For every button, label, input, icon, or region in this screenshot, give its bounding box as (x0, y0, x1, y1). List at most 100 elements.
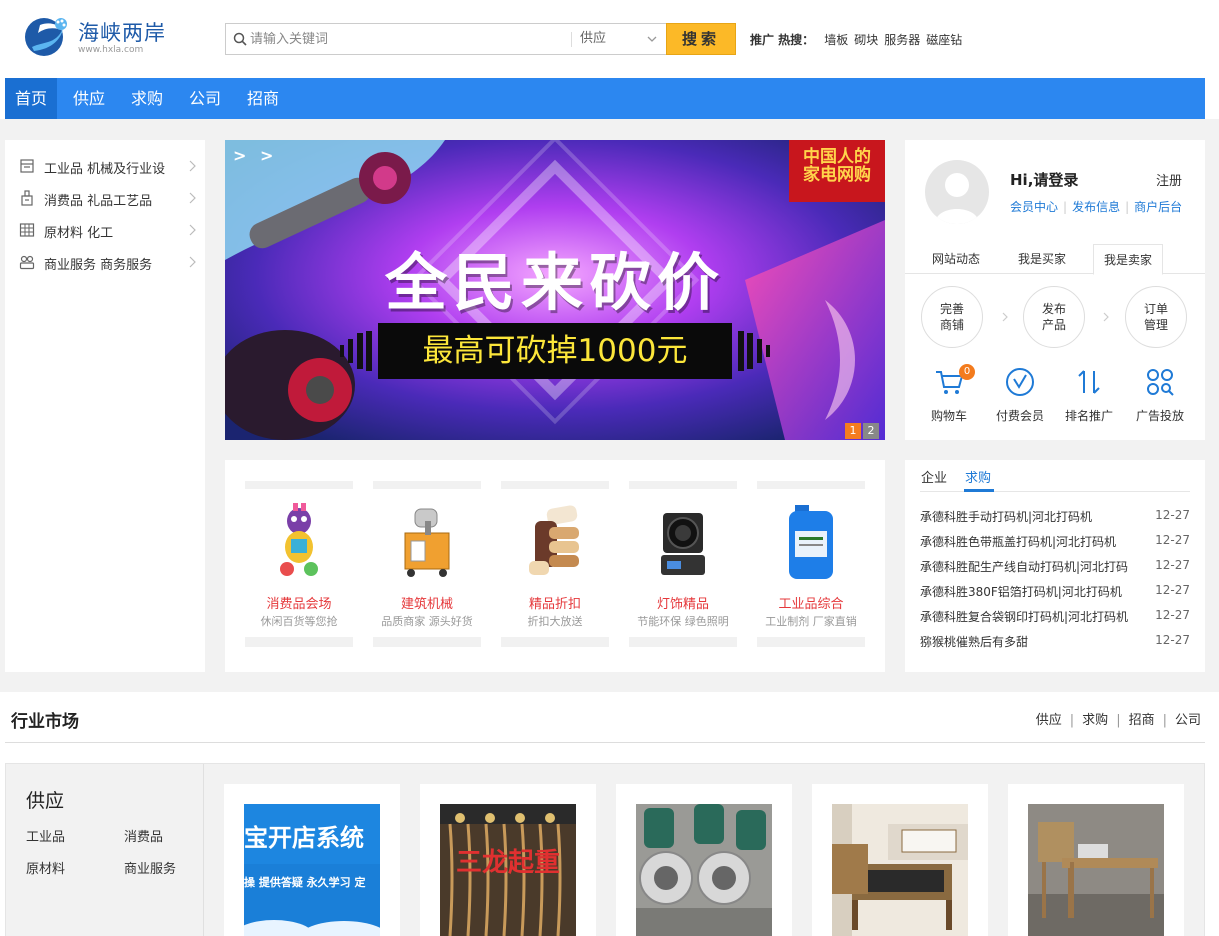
header: 海峡两岸 www.hxla.com 供应 搜索 推广 热搜： 墙板砌块服务器磁座钻 (0, 0, 1219, 78)
news-title: 承德科胜复合袋钢印打码机|河北打码机 (920, 610, 1129, 624)
category-item-consumer[interactable]: 消费品 礼品工艺品 (5, 182, 205, 214)
supply-link-industrial[interactable]: 工业品 (26, 826, 65, 845)
supply-link-consumer[interactable]: 消费品 (124, 826, 163, 845)
hot-search-item[interactable]: 服务器 (884, 33, 920, 47)
user-tabs: 网站动态 我是买家 我是卖家 (905, 244, 1205, 275)
chevron-down-icon[interactable] (646, 33, 658, 45)
hot-search-item[interactable]: 砌块 (854, 33, 878, 47)
product-card[interactable] (616, 784, 792, 936)
hot-search-item[interactable]: 墙板 (824, 33, 848, 47)
quick-ranking[interactable]: 排名推广 (1057, 366, 1121, 424)
step-line: 商铺 (939, 318, 964, 332)
news-item[interactable]: 承德科胜380F铝箔打码机|河北打码机 12-27 (920, 583, 1190, 603)
product-image (1028, 804, 1164, 936)
quick-cart[interactable]: 0 购物车 (917, 364, 981, 424)
nav-item-invest[interactable]: 招商 (237, 78, 289, 119)
feature-card[interactable]: 建筑机械 品质商家 源头好货 (373, 481, 481, 647)
separator: | (1116, 713, 1121, 728)
feature-title: 精品折扣 (528, 597, 581, 612)
industry-market-header: 行业市场 供应 | 求购 | 招商 | 公司 (5, 692, 1205, 743)
news-item[interactable]: 承德科胜手动打码机|河北打码机 12-27 (920, 508, 1190, 528)
feature-card[interactable]: 消费品会场 休闲百货等您抢 (245, 481, 353, 647)
apps-icon (1147, 369, 1174, 396)
nav-item-company[interactable]: 公司 (179, 78, 231, 119)
promo-banner[interactable]: > > 中国人的家电网购 全民来砍价 最高可砍掉1000元 1 2 (225, 140, 885, 440)
category-item-service[interactable]: 商业服务 商务服务 (5, 246, 205, 278)
feature-desc: 节能环保 绿色照明 (637, 615, 729, 628)
banner-headline: 全民来砍价 (384, 246, 725, 319)
news-title: 猕猴桃催熟后有多甜 (920, 635, 1029, 649)
feature-title: 灯饰精品 (656, 597, 709, 612)
member-center-link[interactable]: 会员中心 (1010, 200, 1058, 214)
industry-market-body: 供应 工业品 消费品 原材料 商业服务 宝开店系统 操 提供答疑 永久学习 定 (5, 763, 1205, 936)
quick-ads[interactable]: 广告投放 (1128, 366, 1192, 424)
separator: | (1063, 200, 1068, 214)
quick-label: 排名推广 (1064, 409, 1113, 423)
search-input[interactable] (250, 24, 570, 54)
news-item[interactable]: 承德科胜配生产线自动打码机|河北打码 12-27 (920, 558, 1190, 578)
news-item[interactable]: 承德科胜复合袋钢印打码机|河北打码机 12-27 (920, 608, 1190, 628)
supply-link-raw[interactable]: 原材料 (26, 858, 65, 877)
banner-badge: 中国人的家电网购 (789, 140, 885, 202)
search-button[interactable]: 搜索 (666, 23, 736, 55)
product-image-art (636, 804, 772, 936)
post-info-link[interactable]: 发布信息 (1072, 200, 1120, 214)
category-label: 商业服务 商务服务 (44, 258, 153, 273)
product-card[interactable] (1008, 784, 1184, 936)
feature-card-bottombar (245, 637, 353, 647)
market-link-purchase[interactable]: 求购 (1082, 713, 1108, 728)
login-greeting[interactable]: Hi,请登录 (1010, 169, 1078, 190)
quick-vip[interactable]: 付费会员 (988, 366, 1052, 424)
nav-item-home[interactable]: 首页 (5, 78, 57, 119)
banner-page-2[interactable]: 2 (863, 423, 879, 439)
category-item-industrial[interactable]: 工业品 机械及行业设 (5, 150, 205, 182)
category-item-raw[interactable]: 原材料 化工 (5, 214, 205, 246)
step-publish-product[interactable]: 发布 产品 (1023, 286, 1085, 348)
supply-link-service[interactable]: 商业服务 (124, 858, 176, 877)
market-link-company[interactable]: 公司 (1175, 713, 1201, 728)
market-link-supply[interactable]: 供应 (1036, 713, 1062, 728)
news-item[interactable]: 猕猴桃催熟后有多甜 12-27 (920, 633, 1190, 653)
tab-purchase[interactable]: 求购 (965, 467, 991, 486)
feature-title: 建筑机械 (400, 597, 453, 612)
product-image: 三龙起重 (440, 804, 576, 936)
news-date: 12-27 (1155, 633, 1190, 647)
product-card[interactable]: 三龙起重 (420, 784, 596, 936)
market-link-invest[interactable]: 招商 (1129, 713, 1155, 728)
separator: | (1125, 200, 1130, 214)
quick-label: 购物车 (930, 409, 967, 423)
news-item[interactable]: 承德科胜色带瓶盖打码机|河北打码机 12-27 (920, 533, 1190, 553)
merchant-backend-link[interactable]: 商户后台 (1134, 200, 1182, 214)
banner-arrows: > > (233, 146, 278, 165)
step-complete-shop[interactable]: 完善 商铺 (921, 286, 983, 348)
search-divider (571, 32, 572, 47)
news-tabs-divider (920, 491, 1190, 492)
banner-subheadline: 最高可砍掉1000元 (378, 323, 732, 379)
feature-card-topbar (757, 481, 865, 489)
banner-page-1[interactable]: 1 (845, 423, 861, 439)
site-logo[interactable]: 海峡两岸 www.hxla.com (24, 15, 174, 59)
separator: | (1162, 713, 1167, 728)
tab-seller[interactable]: 我是卖家 (1093, 244, 1163, 275)
tab-buyer[interactable]: 我是买家 (1007, 244, 1077, 274)
product-image-art (832, 804, 968, 936)
search-category-value: 供应 (580, 31, 607, 46)
feature-card-bottombar (757, 637, 865, 647)
product-card[interactable]: 宝开店系统 操 提供答疑 永久学习 定 (224, 784, 400, 936)
feature-card[interactable]: 精品折扣 折扣大放送 (501, 481, 609, 647)
feature-card[interactable]: 灯饰精品 节能环保 绿色照明 (629, 481, 737, 647)
chemical-drum-image (789, 505, 833, 579)
tab-site-news[interactable]: 网站动态 (921, 244, 991, 274)
tab-enterprise[interactable]: 企业 (921, 467, 947, 486)
hot-search-label: 推广 热搜： (750, 33, 815, 47)
product-card[interactable] (812, 784, 988, 936)
step-line: 订单 (1143, 302, 1168, 316)
register-link[interactable]: 注册 (1156, 170, 1182, 189)
feature-card[interactable]: 工业品综合 工业制剂 厂家直销 (757, 481, 865, 647)
nav-item-purchase[interactable]: 求购 (121, 78, 173, 119)
avatar[interactable] (925, 160, 989, 224)
nav-item-supply[interactable]: 供应 (63, 78, 115, 119)
step-line: 发布 (1041, 302, 1066, 316)
hot-search-item[interactable]: 磁座钻 (926, 33, 962, 47)
step-order-manage[interactable]: 订单 管理 (1125, 286, 1187, 348)
